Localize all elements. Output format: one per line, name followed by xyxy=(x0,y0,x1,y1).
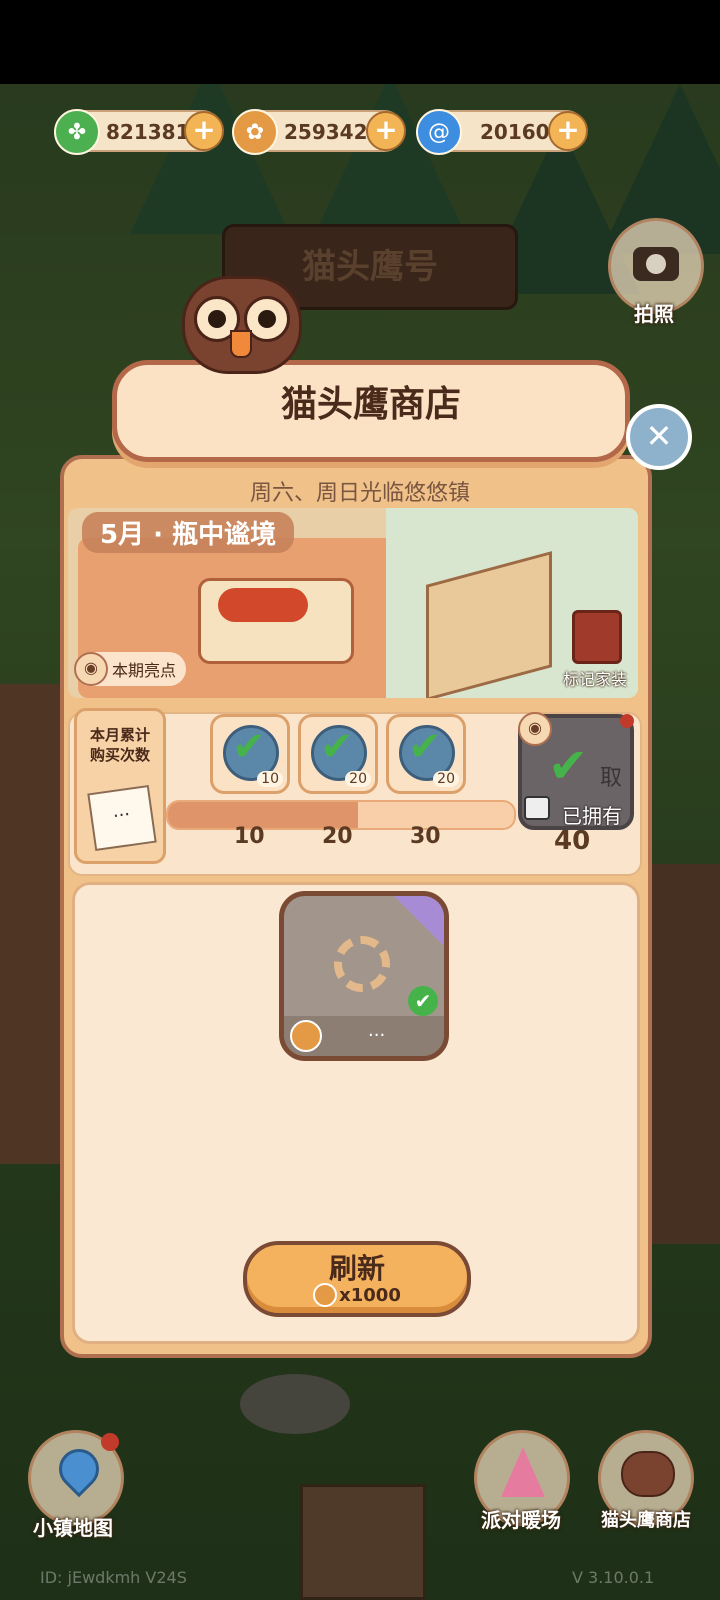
clover-value: 821381 xyxy=(106,120,190,144)
photo-label: 拍照 xyxy=(634,302,674,326)
milestone-reward-30[interactable]: ✔ 20 xyxy=(386,714,466,794)
theme-title: 5月 · 瓶中谧境 xyxy=(82,512,295,553)
add-swirl-button[interactable]: + xyxy=(548,111,588,151)
coin-icon xyxy=(313,1283,338,1307)
shop-title: 猫头鹰商店 xyxy=(280,384,461,425)
highlights-label: 本期亮点 xyxy=(112,661,177,680)
clover-counter: ✤ 821381 + xyxy=(54,109,224,155)
owned-label: 已拥有 xyxy=(562,804,622,828)
coin-icon xyxy=(290,1020,322,1052)
monthly-label-card[interactable]: 本月累计购买次数 ... xyxy=(74,708,166,864)
check-icon: ✔ xyxy=(408,724,442,770)
camera-icon xyxy=(633,247,679,281)
reward-count: 20 xyxy=(345,771,371,787)
check-icon: ✔ xyxy=(320,724,354,770)
coin-value: 259342 xyxy=(284,120,368,144)
swirl-counter: @ 20160 + xyxy=(416,109,588,155)
add-coin-button[interactable]: + xyxy=(366,111,406,151)
tick-40: 40 xyxy=(554,826,591,856)
new-tag-icon xyxy=(394,896,444,946)
party-label: 派对暖场 xyxy=(481,1508,561,1532)
swirl-value: 20160 xyxy=(480,120,550,144)
shop-items-area: ... ✔ 刷新 x1000 xyxy=(72,882,640,1344)
lock-icon xyxy=(524,796,550,820)
reward-count: 10 xyxy=(257,771,283,787)
milestone-reward-40[interactable]: ◉ ✔ 取 已拥有 xyxy=(518,712,634,830)
milestone-reward-20[interactable]: ✔ 20 xyxy=(298,714,378,794)
monthly-label: 本月累计购买次数 xyxy=(89,726,150,764)
map-pin-icon xyxy=(50,1440,108,1498)
red-dot xyxy=(620,714,634,728)
book-icon xyxy=(572,610,622,664)
item-footer: ... xyxy=(284,1016,444,1056)
clover-icon: ✤ xyxy=(54,109,100,155)
tick-30: 30 xyxy=(410,824,441,849)
version-label: V 3.10.0.1 xyxy=(572,1568,655,1587)
check-icon: ✔ xyxy=(232,724,266,770)
highlights-button[interactable]: ◉ 本期亮点 xyxy=(74,652,187,686)
owl-mascot xyxy=(174,258,304,376)
eye-icon: ◉ xyxy=(518,712,552,746)
loading-spinner-icon xyxy=(334,936,390,992)
check-icon: ✔ xyxy=(548,738,589,794)
add-clover-button[interactable]: + xyxy=(184,111,224,151)
refresh-label: 刷新 xyxy=(328,1252,385,1285)
owl-icon xyxy=(621,1451,675,1497)
swirl-icon: @ xyxy=(416,109,462,155)
red-dot xyxy=(101,1433,119,1451)
milestone-reward-10[interactable]: ✔ 10 xyxy=(210,714,290,794)
shop-item-card[interactable]: ... ✔ xyxy=(279,891,449,1061)
partial-text: 取 xyxy=(599,766,622,791)
tick-20: 20 xyxy=(322,824,353,849)
player-id: ID: jEwdkmh V24S xyxy=(40,1568,187,1587)
tick-10: 10 xyxy=(234,824,265,849)
status-bar xyxy=(0,0,720,84)
theme-showcase: 5月 · 瓶中谧境 ◉ 本期亮点 标记家装 xyxy=(68,508,638,698)
close-icon: ✕ xyxy=(645,417,673,455)
mark-decor-label: 标记家装 xyxy=(562,670,627,689)
town-map-label: 小镇地图 xyxy=(33,1516,113,1540)
shop-subtitle: 周六、周日光临悠悠镇 xyxy=(249,481,470,506)
coin-icon: ✿ xyxy=(232,109,278,155)
mark-decor-button[interactable]: 标记家装 xyxy=(556,604,634,692)
refresh-cost: x1000 xyxy=(339,1284,401,1306)
item-price: ... xyxy=(368,1020,386,1041)
note-icon: ... xyxy=(87,784,157,852)
coin-counter: ✿ 259342 + xyxy=(232,109,406,155)
close-button[interactable]: ✕ xyxy=(626,404,692,470)
reward-count: 20 xyxy=(433,771,459,787)
monthly-purchase-progress: 本月累计购买次数 ... ✔ 10 ✔ 20 ✔ 20 ◉ ✔ 取 已拥有 10… xyxy=(68,708,642,876)
eye-icon: ◉ xyxy=(74,652,108,686)
owned-check-icon: ✔ xyxy=(408,986,438,1016)
refresh-button[interactable]: 刷新 x1000 xyxy=(243,1241,471,1317)
party-hat-icon xyxy=(501,1447,545,1497)
owl-shop-label: 猫头鹰商店 xyxy=(601,1510,691,1531)
